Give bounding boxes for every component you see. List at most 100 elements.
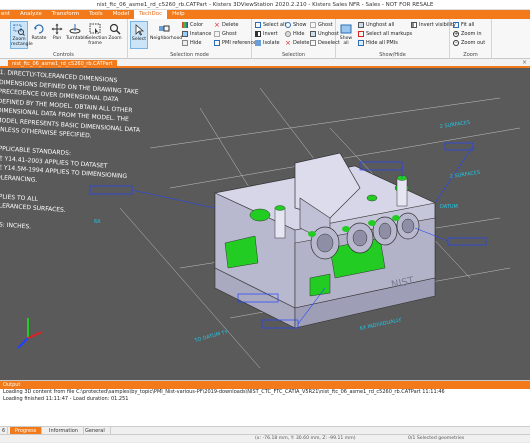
ribbon-group-show-hide: Show all Unghost all Select all markups …	[336, 19, 456, 59]
hide-button[interactable]: Hide	[285, 30, 304, 38]
select-by-color-button[interactable]: Color	[182, 21, 203, 29]
zoom-rectangle-button[interactable]: Zoom rectangle	[10, 21, 33, 49]
invert-selection-button[interactable]: Invert	[255, 30, 278, 38]
selection-frame-label: Selection frame	[86, 36, 108, 46]
pan-icon	[51, 23, 63, 35]
show-all-button[interactable]: Show all	[338, 21, 354, 49]
select-instance-button[interactable]: Instance	[182, 30, 211, 38]
menu-item-transform[interactable]: Transform	[47, 10, 84, 19]
menu-bar: ent Analyze Transform Tools Model TechDo…	[0, 10, 530, 19]
ribbon-group-label-selection-mode: Selection mode	[170, 52, 209, 58]
fit-all-button[interactable]: Fit all	[453, 21, 474, 29]
title-bar: nist_ftc_06_asme1_rd_c5260_rb.CATPart - …	[0, 0, 530, 10]
pmi-annotation-datum: DATUM	[440, 204, 458, 210]
show-label: Show	[293, 22, 307, 28]
isolate-label: Isolate	[263, 40, 280, 46]
status-bar: (x: -76.18 mm, Y: 30.60 mm, Z: -99.11 mm…	[0, 434, 530, 442]
deselect-icon	[310, 40, 316, 46]
zoom-out-button[interactable]: - Zoom out	[453, 39, 485, 47]
rotate-icon	[34, 24, 44, 34]
pmi-reference-button[interactable]: PMI reference	[214, 39, 256, 47]
pan-label: Pan	[52, 36, 62, 41]
close-tab-icon[interactable]: ×	[522, 59, 527, 66]
select-all-button[interactable]: Select all	[255, 21, 286, 29]
zoom-out-icon: -	[453, 40, 459, 46]
ribbon-group-selection: Select all Invert Isolate Show Hide × De…	[252, 19, 340, 59]
pmi-annotation-6x-individually: 6X INDIVIDUALLY	[359, 317, 403, 332]
delete-icon: ×	[214, 21, 220, 29]
pan-button[interactable]: Pan	[48, 21, 66, 49]
select-all-markups-label: Select all markups	[366, 31, 413, 37]
show-button[interactable]: Show	[285, 21, 307, 29]
hide-selection-icon	[285, 31, 291, 37]
select-all-label: Select all	[263, 22, 286, 28]
pmi-annotation-2-surfaces-a: 2 SURFACES	[439, 120, 470, 130]
unghost-all-label: Unghost all	[366, 22, 395, 28]
pmi-reference-icon	[214, 40, 220, 46]
window-title: nist_ftc_06_asme1_rd_c5260_rb.CATPart - …	[96, 1, 434, 8]
selection-frame-button[interactable]: Selection frame	[86, 21, 108, 49]
zoom-button[interactable]: Zoom	[106, 21, 124, 49]
select-by-color-label: Color	[190, 22, 204, 28]
menu-item-ent[interactable]: ent	[0, 10, 15, 19]
invert-visibility-icon	[411, 22, 417, 28]
turntable-button[interactable]: Turntable	[66, 21, 87, 49]
menu-item-model[interactable]: Model	[108, 10, 135, 19]
menu-item-analyze[interactable]: Analyze	[15, 10, 47, 19]
ghost-label: Ghost	[318, 22, 333, 28]
ribbon-group-label-zoom: Zoom	[463, 52, 478, 58]
ghost-button[interactable]: Ghost	[310, 21, 333, 29]
delete-selection-icon: ×	[285, 39, 291, 47]
selection-frame-icon	[89, 23, 101, 34]
unghost-button[interactable]: Unghost	[310, 30, 339, 38]
hide-label: Hide	[293, 31, 305, 37]
pmi-icon	[358, 40, 364, 46]
select-hide-button[interactable]: Hide	[182, 39, 201, 47]
select-ghost-button[interactable]: Ghost	[214, 30, 237, 38]
neighborhood-icon	[159, 25, 170, 32]
select-ghost-label: Ghost	[222, 31, 237, 37]
output-line: Loading finished 11:11:47 - Load duratio…	[3, 396, 129, 402]
unghost-icon	[310, 31, 316, 37]
ribbon: Zoom rectangle Rotate Pan Turntable Sele…	[0, 19, 530, 59]
axis-triad	[17, 318, 43, 349]
delete-button[interactable]: × Delete	[285, 39, 309, 47]
color-icon	[182, 22, 188, 28]
zoom-in-button[interactable]: + Zoom in	[453, 30, 482, 38]
ribbon-group-controls: Zoom rectangle Rotate Pan Turntable Sele…	[0, 19, 128, 59]
ribbon-group-selection-mode: Select Neighborhood Color Instance Hide …	[128, 19, 256, 59]
menu-item-techdoc[interactable]: TechDoc	[134, 10, 168, 19]
document-tab-label: nist_ftc_06_asme1_rd_c5260_rb.CATPart	[12, 61, 113, 67]
zoom-out-label: Zoom out	[461, 40, 486, 46]
neighborhood-button[interactable]: Neighborhood	[150, 21, 182, 49]
isolate-button[interactable]: Isolate	[255, 39, 280, 47]
output-header: Output	[0, 381, 530, 389]
show-icon	[285, 22, 291, 28]
select-hide-label: Hide	[190, 40, 202, 46]
markups-icon	[358, 31, 364, 37]
turntable-icon	[69, 24, 81, 34]
zoom-label: Zoom	[108, 36, 122, 41]
hide-all-pmis-button[interactable]: Hide all PMIs	[358, 39, 398, 47]
select-button[interactable]: Select	[130, 21, 148, 49]
isolate-icon	[255, 40, 261, 46]
pmi-annotation-to-datum: TO DATUM TY	[193, 329, 229, 344]
unghost-all-button[interactable]: Unghost all	[358, 21, 394, 29]
ribbon-group-zoom: Fit all + Zoom in - Zoom out Zoom	[450, 19, 492, 59]
hide-icon	[182, 40, 188, 46]
ghost-selection-icon	[310, 22, 316, 28]
fit-all-label: Fit all	[461, 22, 475, 28]
menu-item-tools[interactable]: Tools	[84, 10, 108, 19]
menu-item-help[interactable]: Help	[167, 10, 190, 19]
rotate-button[interactable]: Rotate	[30, 21, 48, 49]
delete-label: Delete	[293, 40, 310, 46]
select-all-markups-button[interactable]: Select all markups	[358, 30, 412, 38]
select-label: Select	[131, 37, 147, 42]
ribbon-group-label-show-hide: Show/Hide	[379, 52, 406, 58]
document-tab[interactable]: nist_ftc_06_asme1_rd_c5260_rb.CATPart	[8, 60, 117, 68]
3d-viewport[interactable]: NIST 2 SURFACES 2 SURFACES 6X DATUM TO D…	[0, 68, 530, 380]
show-all-icon	[340, 24, 352, 34]
ribbon-group-label-controls: Controls	[53, 52, 74, 58]
pmi-annotation-2-surfaces-b: 2 SURFACES	[449, 170, 480, 180]
select-delete-button[interactable]: × Delete	[214, 21, 238, 29]
